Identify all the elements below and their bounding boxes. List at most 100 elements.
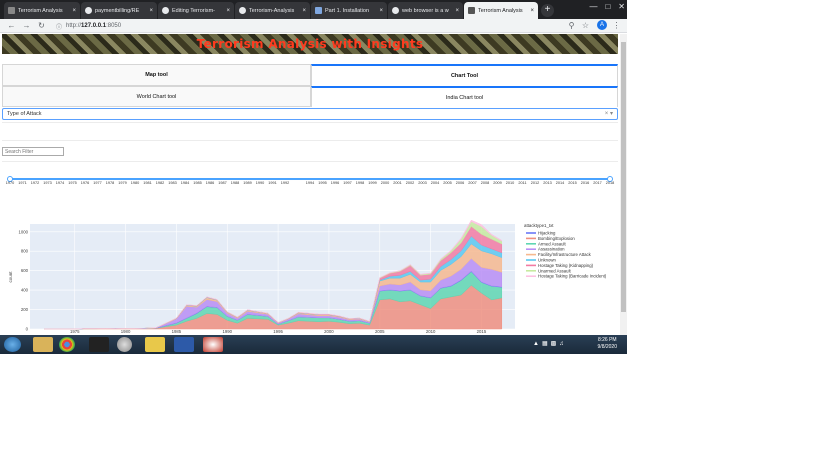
info-icon[interactable]: ⓘ	[56, 22, 62, 31]
browser-tab[interactable]: Terrorism Analysis ×	[4, 2, 80, 19]
close-tab-icon[interactable]: ×	[379, 8, 383, 14]
year-mark[interactable]: 2017	[593, 181, 601, 185]
year-mark[interactable]: 2002	[406, 181, 414, 185]
browser-tab[interactable]: paymentbilling/RE ×	[81, 2, 157, 19]
year-mark[interactable]: 2011	[518, 181, 526, 185]
year-mark[interactable]: 1999	[368, 181, 376, 185]
year-mark[interactable]: 1975	[68, 181, 76, 185]
clear-icon[interactable]: ×	[605, 111, 609, 117]
reload-icon[interactable]: ↻	[36, 20, 47, 31]
signal-icon[interactable]: ▩	[551, 341, 560, 347]
tab-india-chart-tool[interactable]: India Chart tool	[311, 86, 618, 107]
back-icon[interactable]: ←	[6, 20, 17, 31]
year-mark[interactable]: 2015	[568, 181, 576, 185]
legend-item[interactable]: Facility/Infrastructure Attack	[538, 252, 592, 257]
year-mark[interactable]: 1990	[256, 181, 264, 185]
year-mark[interactable]: 2009	[493, 181, 501, 185]
year-mark[interactable]: 1971	[18, 181, 26, 185]
year-mark[interactable]: 1983	[168, 181, 176, 185]
sticky-notes-icon[interactable]	[145, 337, 165, 352]
year-mark[interactable]: 1978	[106, 181, 114, 185]
year-mark[interactable]: 1979	[118, 181, 126, 185]
year-mark[interactable]: 1985	[193, 181, 201, 185]
legend-item[interactable]: Bombing/Explosion	[538, 236, 575, 241]
scrollbar-thumb[interactable]	[621, 42, 626, 312]
document-app-icon[interactable]	[174, 337, 194, 352]
year-mark[interactable]: 1991	[268, 181, 276, 185]
year-mark[interactable]: 1992	[281, 181, 289, 185]
start-button-icon[interactable]	[4, 337, 21, 352]
close-tab-icon[interactable]: ×	[530, 8, 534, 14]
year-mark[interactable]: 2016	[581, 181, 589, 185]
tab-chart-tool[interactable]: Chart Tool	[311, 64, 618, 86]
year-mark[interactable]: 2000	[381, 181, 389, 185]
year-mark[interactable]: 1974	[56, 181, 64, 185]
year-mark[interactable]: 2012	[531, 181, 539, 185]
year-mark[interactable]: 2006	[456, 181, 464, 185]
close-tab-icon[interactable]: ×	[226, 8, 230, 14]
settings-gear-icon[interactable]	[203, 337, 223, 352]
year-mark[interactable]: 2013	[543, 181, 551, 185]
year-mark[interactable]: 1984	[181, 181, 189, 185]
year-mark[interactable]: 1989	[243, 181, 251, 185]
forward-icon[interactable]: →	[21, 20, 32, 31]
disc-app-icon[interactable]	[117, 337, 132, 352]
legend-item[interactable]: Unarmed Assault	[538, 268, 572, 273]
close-tab-icon[interactable]: ×	[302, 8, 306, 14]
legend-item[interactable]: Assassination	[538, 247, 565, 252]
year-mark[interactable]: 1988	[231, 181, 239, 185]
year-mark[interactable]: 1987	[218, 181, 226, 185]
volume-icon[interactable]: ♫	[559, 341, 567, 347]
year-mark[interactable]: 1997	[343, 181, 351, 185]
bookmark-star-icon[interactable]: ☆	[580, 20, 591, 31]
tray-expand-icon[interactable]: ▲	[533, 341, 542, 347]
file-explorer-icon[interactable]	[33, 337, 53, 352]
search-filter-input[interactable]	[2, 147, 64, 156]
year-mark[interactable]: 2007	[468, 181, 476, 185]
year-mark[interactable]: 1994	[306, 181, 314, 185]
maximize-icon[interactable]: □	[605, 2, 610, 11]
legend-item[interactable]: Armed Assault	[538, 241, 567, 246]
year-mark[interactable]: 2010	[506, 181, 514, 185]
year-mark[interactable]: 2001	[393, 181, 401, 185]
minimize-icon[interactable]: —	[589, 2, 597, 11]
browser-tab[interactable]: Terrorism-Analysis ×	[235, 2, 310, 19]
browser-tab[interactable]: Part 1. Installation ×	[311, 2, 387, 19]
close-tab-icon[interactable]: ×	[455, 8, 459, 14]
profile-avatar[interactable]: A	[597, 20, 607, 30]
tab-map-tool[interactable]: Map tool	[2, 64, 311, 86]
year-mark[interactable]: 1970	[6, 181, 14, 185]
address-bar[interactable]: ⓘ http://127.0.0.1:8050	[52, 20, 585, 32]
year-mark[interactable]: 2004	[431, 181, 439, 185]
year-mark[interactable]: 1981	[143, 181, 151, 185]
browser-tab[interactable]: Editing Terrorism- ×	[158, 2, 234, 19]
close-tab-icon[interactable]: ×	[149, 8, 153, 14]
year-mark[interactable]: 1977	[93, 181, 101, 185]
chevron-down-icon[interactable]: ▾	[610, 111, 613, 117]
year-mark[interactable]: 1973	[43, 181, 51, 185]
legend-item[interactable]: Hijacking	[538, 231, 556, 236]
close-tab-icon[interactable]: ×	[72, 8, 76, 14]
year-mark[interactable]: 2014	[556, 181, 564, 185]
command-prompt-icon[interactable]	[89, 337, 109, 352]
year-mark[interactable]: 1982	[156, 181, 164, 185]
new-tab-button[interactable]: +	[541, 4, 554, 17]
browser-tab[interactable]: Terrorism Analysis ×	[464, 2, 538, 19]
legend-item[interactable]: Hostage Taking (Barricade Incident)	[538, 274, 607, 279]
attack-type-dropdown[interactable]: Type of Attack × ▾	[2, 108, 618, 120]
year-mark[interactable]: 1995	[318, 181, 326, 185]
browser-tab[interactable]: web browser is a w ×	[388, 2, 463, 19]
system-clock[interactable]: 8:26 PM 9/8/2020	[598, 337, 617, 351]
year-mark[interactable]: 1996	[331, 181, 339, 185]
year-mark[interactable]: 2018	[606, 181, 614, 185]
network-icon[interactable]: ▦	[542, 341, 551, 347]
year-mark[interactable]: 1980	[131, 181, 139, 185]
close-window-icon[interactable]: ✕	[618, 2, 625, 11]
tab-world-chart-tool[interactable]: World Chart tool	[2, 86, 311, 107]
page-scrollbar[interactable]	[620, 34, 627, 335]
year-mark[interactable]: 1986	[206, 181, 214, 185]
slider-rail[interactable]	[10, 178, 610, 180]
chrome-icon[interactable]	[59, 337, 75, 352]
year-mark[interactable]: 1972	[31, 181, 39, 185]
legend-item[interactable]: Unknown	[538, 258, 557, 263]
